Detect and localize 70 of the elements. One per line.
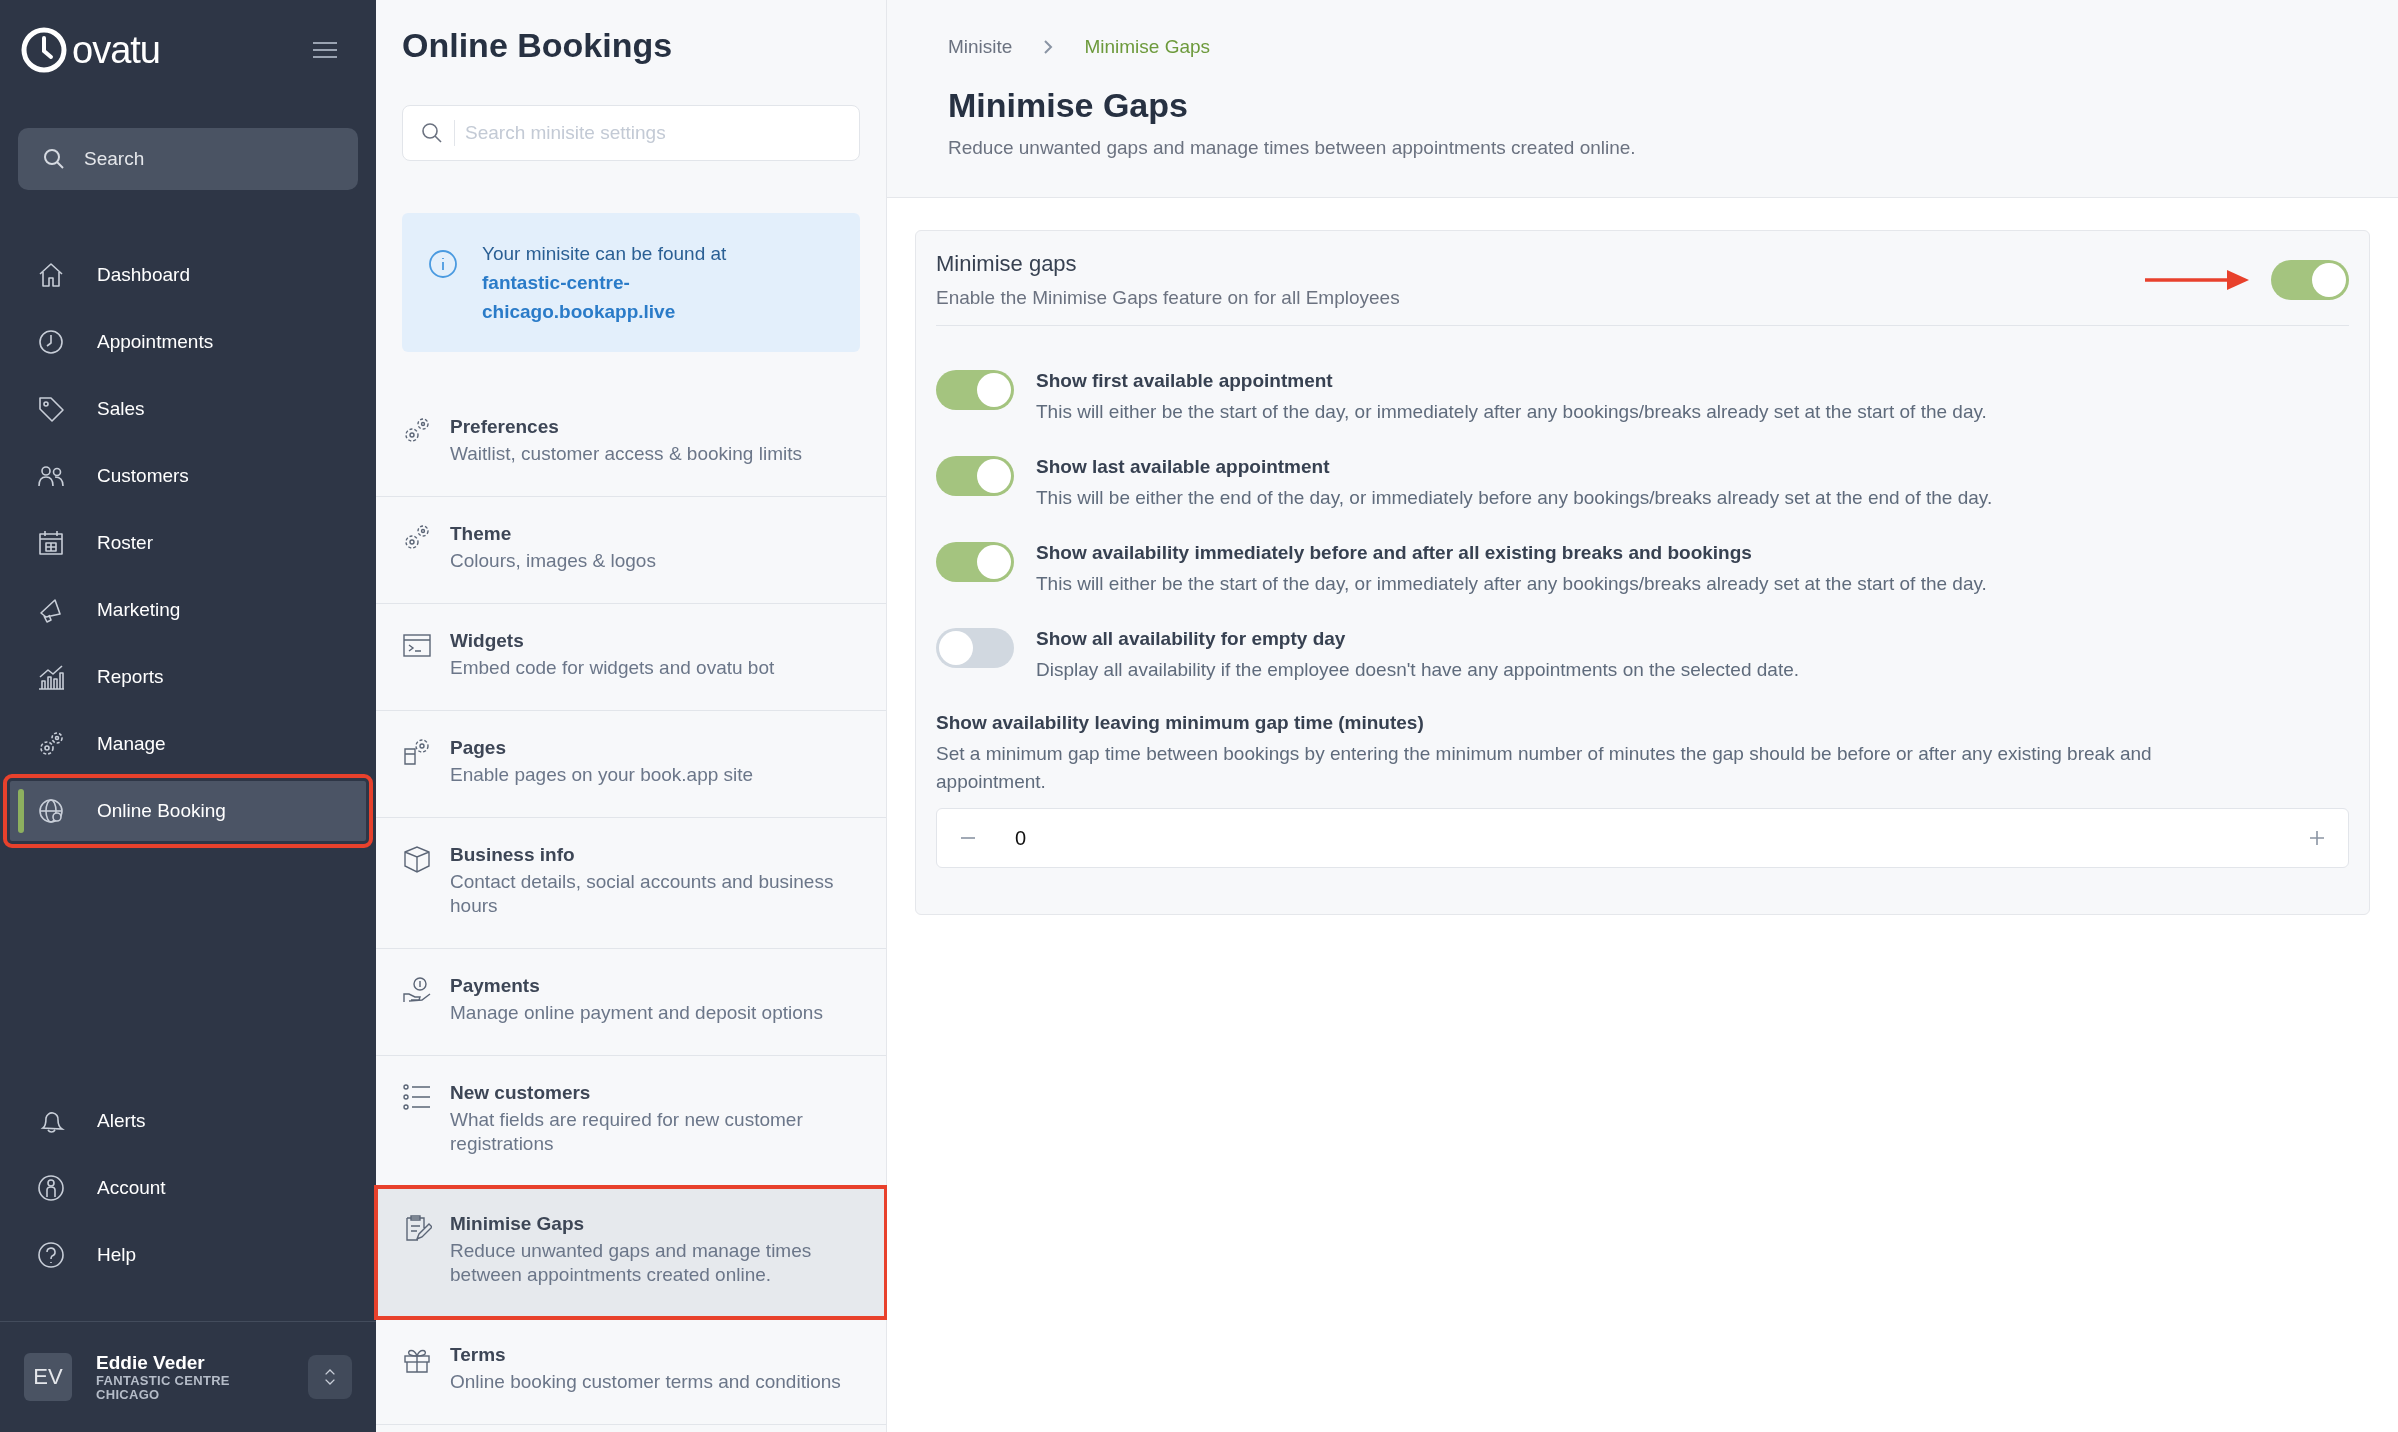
option-description: This will be either the end of the day, or immediately before any bookings/breaks already set at the end of the day. xyxy=(1036,486,1993,510)
box-icon xyxy=(402,844,432,874)
user-name: Eddie Veder xyxy=(96,1352,206,1375)
calendar-icon xyxy=(36,528,66,558)
nav-item[interactable]: Sales xyxy=(10,379,366,439)
settings-menu-item[interactable]: Widgets Embed code for widgets and ovatu bot xyxy=(376,604,886,711)
option-description: Display all availability if the employee doesn't have any appointments on the selected date. xyxy=(1036,658,1800,682)
nav-item[interactable]: Dashboard xyxy=(10,245,366,305)
logo-clock-icon xyxy=(20,26,68,74)
page-title: Minimise Gaps xyxy=(948,86,1189,125)
toggle-switch[interactable] xyxy=(936,456,1014,496)
account-switcher-button[interactable] xyxy=(308,1355,352,1399)
nav-item[interactable]: Manage xyxy=(10,714,366,774)
chevron-up-down-icon xyxy=(323,1368,337,1386)
panel-title: Online Bookings xyxy=(402,26,674,65)
breadcrumb-link[interactable]: Minisite xyxy=(948,36,1013,58)
option-description: This will either be the start of the day, or immediately after any bookings/breaks already set at the start of the day. xyxy=(1036,400,1987,424)
card-title: Minimise gaps xyxy=(936,251,1078,277)
settings-menu-item[interactable]: Pages Enable pages on your book.app site xyxy=(376,711,886,818)
chevron-right-icon xyxy=(1042,38,1055,56)
option-label: Show all availability for empty day xyxy=(1036,628,1347,650)
person-circle-icon xyxy=(36,1173,66,1203)
nav-item[interactable]: Reports xyxy=(10,647,366,707)
card-description: Enable the Minimise Gaps feature on for all Employees xyxy=(936,287,1401,309)
clock-icon xyxy=(36,327,66,357)
minus-icon xyxy=(961,837,975,839)
help-icon xyxy=(36,1240,66,1270)
avatar: EV xyxy=(24,1353,72,1401)
search-field[interactable]: Search minisite settings xyxy=(402,105,860,161)
option-label: Show availability immediately before and after all existing breaks and bookings xyxy=(1036,542,1753,564)
search-field[interactable]: Search xyxy=(18,128,358,190)
minisite-link[interactable]: fantastic-centre-chicago.bookapp.live xyxy=(482,268,732,326)
settings-menu-item[interactable]: Terms Online booking customer terms and conditions xyxy=(376,1318,886,1425)
plus-icon xyxy=(2307,828,2327,848)
option-label: Show first available appointment xyxy=(1036,370,1334,392)
settings-menu-item[interactable]: Theme Colours, images & logos xyxy=(376,497,886,604)
field-description: Set a minimum gap time between bookings by entering the minimum number of minutes the gap should be before or after any existing break and appointment. xyxy=(936,742,2153,794)
search-icon xyxy=(42,147,66,171)
info-text: Your minisite can be found at fantastic-centre-chicago.bookapp.live xyxy=(482,239,834,326)
menu-icon[interactable] xyxy=(312,41,338,59)
tag-icon xyxy=(36,394,66,424)
page-subtitle: Reduce unwanted gaps and manage times between appointments created online. xyxy=(948,137,1637,159)
settings-menu-item[interactable]: Minimise Gaps Reduce unwanted gaps and manage times between appointments created online. xyxy=(376,1187,886,1318)
nav-item[interactable]: Customers xyxy=(10,446,366,506)
page-gear-icon xyxy=(402,737,432,767)
nav-item[interactable]: Roster xyxy=(10,513,366,573)
logo-text: ovatu xyxy=(72,28,160,72)
list-icon xyxy=(402,1082,432,1112)
nav-item[interactable]: Appointments xyxy=(10,312,366,372)
toggle-switch[interactable] xyxy=(2271,260,2349,300)
nav-item[interactable]: Account xyxy=(10,1158,366,1218)
settings-menu-item[interactable]: Preferences Waitlist, customer access & booking limits xyxy=(376,390,886,497)
toggle-switch[interactable] xyxy=(936,628,1014,668)
option-description: This will either be the start of the day, or immediately after any bookings/breaks already set at the start of the day. xyxy=(1036,572,1987,596)
settings-menu-item[interactable]: Payments Manage online payment and deposit options xyxy=(376,949,886,1056)
nav-item[interactable]: Marketing xyxy=(10,580,366,640)
nav-item[interactable]: Alerts xyxy=(10,1091,366,1151)
business-name: FANTASTIC CENTRE CHICAGO xyxy=(96,1374,231,1402)
field-label: Show availability leaving minimum gap time (minutes) xyxy=(936,712,1425,734)
info-icon xyxy=(428,249,458,279)
option-label: Show last available appointment xyxy=(1036,456,1331,478)
settings-menu-item[interactable]: Business info Contact details, social accounts and business hours xyxy=(376,818,886,949)
number-stepper[interactable]: 0 xyxy=(936,808,2349,868)
nav-item[interactable]: Help xyxy=(10,1225,366,1285)
hand-coin-icon xyxy=(402,975,432,1005)
globe-icon xyxy=(36,796,66,826)
toggle-switch[interactable] xyxy=(936,370,1014,410)
search-icon xyxy=(420,121,444,145)
toggle-switch[interactable] xyxy=(936,542,1014,582)
bar-chart-icon xyxy=(36,662,66,692)
